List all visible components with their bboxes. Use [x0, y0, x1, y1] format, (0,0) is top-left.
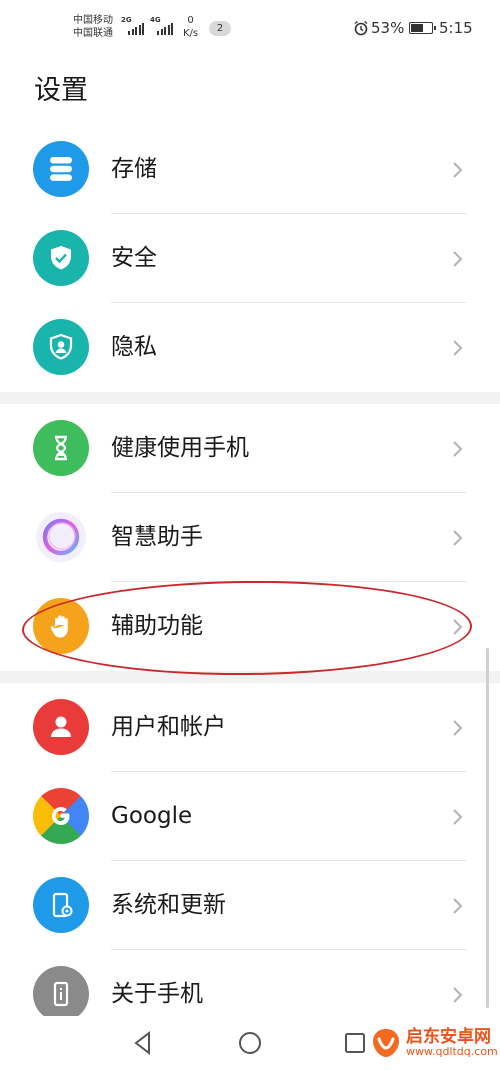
privacy-icon	[33, 319, 89, 375]
chevron-right-icon	[453, 898, 463, 914]
home-icon[interactable]	[235, 1028, 265, 1058]
status-bar: 中国移动 中国联通 2G 4G 0 K/s 2 53% 5:15	[0, 0, 500, 58]
chevron-right-icon	[453, 809, 463, 825]
chevron-right-icon	[453, 530, 463, 546]
user-icon	[33, 699, 89, 755]
carrier-2: 中国联通	[73, 28, 113, 39]
chevron-right-icon	[453, 619, 463, 635]
chevron-right-icon	[453, 162, 463, 178]
watermark-url: www.qdltdq.com	[406, 1045, 498, 1059]
setting-label: 安全	[111, 245, 157, 271]
watermark: 启东安卓网 www.qdltdq.com	[370, 1027, 498, 1059]
setting-privacy[interactable]: 隐私	[0, 303, 500, 392]
signal-icon	[128, 22, 144, 35]
speed-value: 0	[187, 15, 194, 26]
back-icon[interactable]	[128, 1028, 158, 1058]
scrollbar[interactable]	[486, 648, 489, 1008]
setting-accessibility[interactable]: 辅助功能	[0, 582, 500, 671]
setting-label: Google	[111, 803, 193, 829]
recents-icon[interactable]	[340, 1028, 370, 1058]
shield-check-icon	[33, 230, 89, 286]
battery-percent: 53%	[371, 19, 405, 37]
settings-group-3: 用户和帐户 Google 系统和更新 关于手机	[0, 683, 500, 1039]
setting-storage[interactable]: 存储	[0, 125, 500, 214]
setting-label: 智慧助手	[111, 524, 203, 550]
chevron-right-icon	[453, 720, 463, 736]
setting-system-update[interactable]: 系统和更新	[0, 861, 500, 950]
alarm-icon	[354, 20, 368, 36]
battery-icon	[409, 22, 436, 34]
setting-security[interactable]: 安全	[0, 214, 500, 303]
section-gap	[0, 392, 500, 404]
watermark-logo-icon	[373, 1029, 399, 1057]
settings-group-2: 健康使用手机 智慧助手 辅助功能	[0, 404, 500, 671]
setting-label: 健康使用手机	[111, 435, 249, 461]
signal-icon	[157, 22, 173, 35]
hourglass-icon	[33, 420, 89, 476]
setting-label: 系统和更新	[111, 892, 226, 918]
chevron-right-icon	[453, 340, 463, 356]
system-update-icon	[33, 877, 89, 933]
setting-users-accounts[interactable]: 用户和帐户	[0, 683, 500, 772]
chevron-right-icon	[453, 251, 463, 267]
setting-label: 存储	[111, 156, 157, 182]
carrier-1: 中国移动	[73, 15, 113, 26]
phone-info-icon	[33, 966, 89, 1022]
watermark-title: 启东安卓网	[406, 1026, 491, 1047]
network-speed: 0 K/s	[183, 14, 198, 40]
assistant-ring-icon	[33, 509, 89, 565]
carrier-labels: 中国移动 中国联通	[73, 14, 113, 40]
chevron-right-icon	[453, 987, 463, 1003]
google-icon	[33, 788, 89, 844]
section-gap	[0, 671, 500, 683]
settings-group-1: 存储 安全 隐私	[0, 125, 500, 392]
page-title: 设置	[34, 75, 88, 106]
notification-badge: 2	[209, 21, 231, 36]
setting-label: 辅助功能	[111, 613, 203, 639]
speed-unit: K/s	[183, 28, 199, 39]
setting-google[interactable]: Google	[0, 772, 500, 861]
setting-label: 用户和帐户	[111, 714, 226, 740]
storage-icon	[33, 141, 89, 197]
setting-digital-balance[interactable]: 健康使用手机	[0, 404, 500, 493]
setting-label: 隐私	[111, 334, 157, 360]
setting-smart-assistant[interactable]: 智慧助手	[0, 493, 500, 582]
chevron-right-icon	[453, 441, 463, 457]
hand-icon	[33, 598, 89, 654]
clock: 5:15	[439, 19, 473, 37]
